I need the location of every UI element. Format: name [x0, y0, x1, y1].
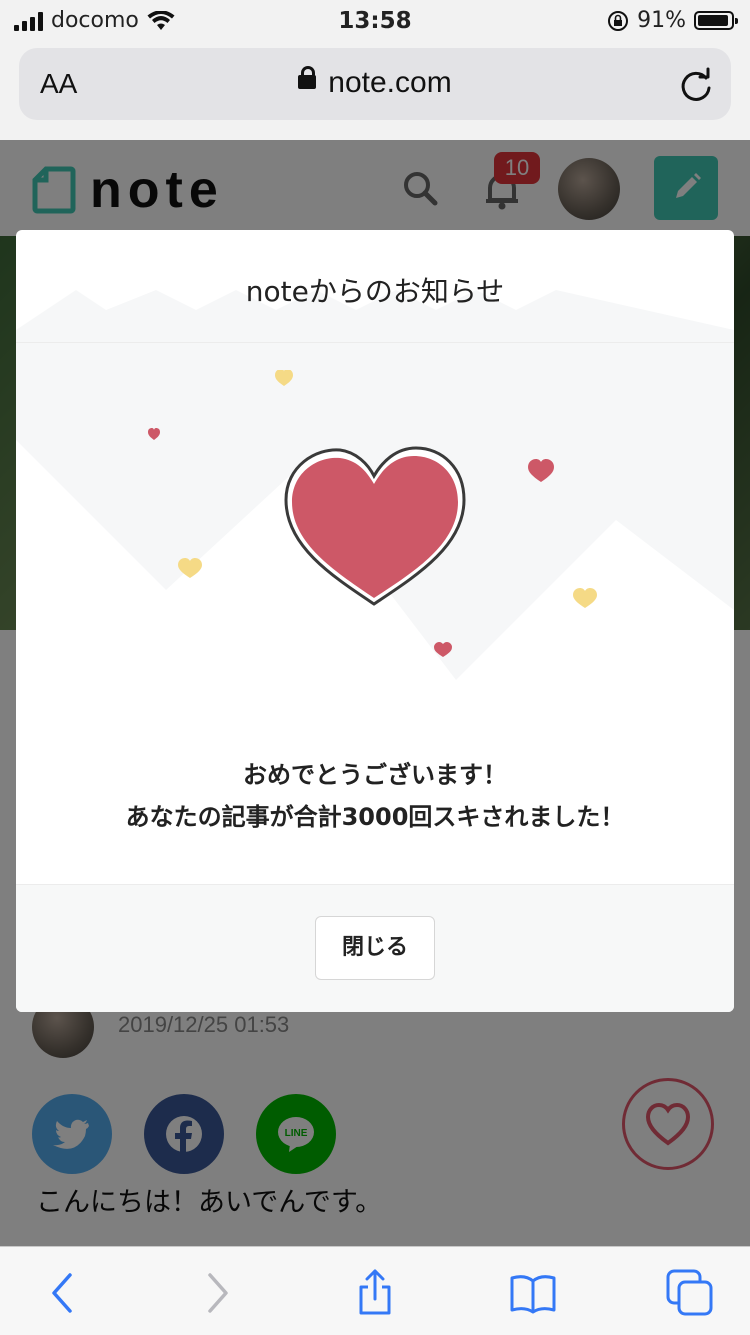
bookmarks-icon[interactable] — [509, 1269, 557, 1317]
browser-toolbar — [0, 1246, 750, 1335]
notification-modal: noteからのお知らせ おめでとうございます！ あなたの記事が合計3000回スキ… — [16, 230, 734, 1012]
congrats-message: おめでとうございます！ あなたの記事が合計3000回スキされました！ — [16, 754, 734, 838]
reload-icon[interactable] — [676, 66, 716, 106]
close-button[interactable]: 閉じる — [315, 916, 435, 980]
forward-icon[interactable] — [192, 1269, 240, 1317]
modal-header-divider — [16, 342, 734, 343]
url-field[interactable]: note.com — [0, 66, 750, 100]
modal-title: noteからのお知らせ — [245, 275, 505, 308]
lock-icon — [298, 66, 317, 90]
orientation-lock-icon — [608, 10, 629, 31]
battery-percent: 91% — [637, 8, 686, 33]
big-heart-icon — [284, 446, 466, 606]
url-text: note.com — [328, 66, 452, 99]
congrats-line-1: おめでとうございます！ — [243, 761, 507, 789]
congrats-line-2: あなたの記事が合計3000回スキされました！ — [125, 803, 625, 831]
status-bar-right: 91% — [607, 8, 738, 33]
battery-icon — [694, 11, 738, 30]
share-icon[interactable] — [351, 1269, 399, 1317]
back-icon[interactable] — [40, 1269, 88, 1317]
tabs-icon[interactable] — [666, 1269, 714, 1317]
